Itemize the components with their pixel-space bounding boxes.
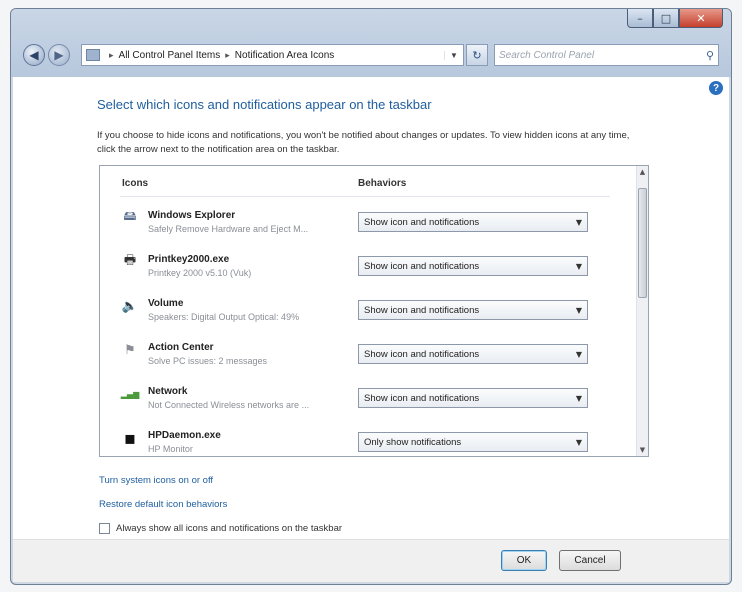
column-header-icons: Icons [122, 178, 149, 189]
behavior-select[interactable]: Show icon and notifications ▼ [358, 256, 588, 276]
always-show-checkbox[interactable] [99, 523, 110, 534]
item-description: Solve PC issues: 2 messages [148, 356, 268, 366]
header-divider [120, 196, 610, 197]
item-name: Action Center [148, 342, 214, 353]
list-item: ▂▄▆ Network Not Connected Wireless netwo… [100, 384, 630, 428]
close-button[interactable]: ✕ [679, 9, 723, 28]
windows-explorer-icon: 🖴 [123, 209, 137, 224]
system-icons-link[interactable]: Turn system icons on or off [99, 475, 213, 486]
restore-defaults-link[interactable]: Restore default icon behaviors [99, 499, 227, 510]
chevron-down-icon: ▼ [575, 217, 583, 227]
item-description: HP Monitor [148, 444, 193, 454]
page-description: If you choose to hide icons and notifica… [97, 130, 630, 155]
breadcrumb-item-notification-area[interactable]: Notification Area Icons [235, 50, 335, 61]
behavior-value: Only show notifications [364, 436, 462, 448]
item-description: Safely Remove Hardware and Eject M... [148, 224, 309, 234]
item-name: Network [148, 386, 188, 397]
behavior-select[interactable]: Only show notifications ▼ [358, 432, 588, 452]
navigation-bar: ◀ ▶ ▸ All Control Panel Items ▸ Notifica… [23, 43, 719, 67]
refresh-button[interactable]: ↻ [466, 44, 488, 66]
dialog-footer: OK Cancel [13, 539, 729, 582]
control-panel-icon [86, 49, 100, 61]
forward-button[interactable]: ▶ [48, 44, 70, 66]
checkbox-label[interactable]: Always show all icons and notifications … [116, 523, 342, 534]
search-input[interactable]: Search Control Panel ⚲ [494, 44, 719, 66]
address-bar[interactable]: ▸ All Control Panel Items ▸ Notification… [81, 44, 464, 66]
item-name: Volume [148, 298, 184, 309]
volume-icon: 🔈 [121, 298, 139, 314]
item-name: Windows Explorer [148, 210, 236, 221]
scroll-up-icon[interactable]: ▲ [637, 166, 648, 178]
control-panel-window: – □ ✕ ◀ ▶ ▸ All Control Panel Items ▸ No… [10, 8, 732, 585]
chevron-down-icon: ▼ [575, 261, 583, 271]
item-description: Speakers: Digital Output Optical: 49% [148, 312, 300, 322]
icons-list: Icons Behaviors 🖴 Windows Explorer Safel… [99, 165, 649, 457]
breadcrumb-item-all-control-panel[interactable]: All Control Panel Items [119, 50, 221, 61]
behavior-select[interactable]: Show icon and notifications ▼ [358, 300, 588, 320]
network-icon: ▂▄▆ [120, 389, 140, 399]
chevron-down-icon: ▼ [575, 349, 583, 359]
chevron-right-icon: ▸ [225, 49, 230, 60]
always-show-checkbox-row[interactable]: Always show all icons and notifications … [99, 523, 342, 534]
item-name: Printkey2000.exe [148, 254, 230, 265]
behavior-select[interactable]: Show icon and notifications ▼ [358, 344, 588, 364]
scroll-thumb[interactable] [638, 188, 647, 298]
behavior-value: Show icon and notifications [364, 260, 480, 272]
content-area: ? Select which icons and notifications a… [13, 77, 729, 582]
action-center-icon: ⚑ [124, 342, 136, 358]
minimize-button[interactable]: – [627, 9, 653, 28]
behavior-select[interactable]: Show icon and notifications ▼ [358, 388, 588, 408]
window-frame: – □ ✕ ◀ ▶ ▸ All Control Panel Items ▸ No… [11, 9, 731, 77]
page-title: Select which icons and notifications app… [97, 97, 432, 112]
ok-button[interactable]: OK [501, 550, 547, 571]
behavior-select[interactable]: Show icon and notifications ▼ [358, 212, 588, 232]
column-header-behaviors: Behaviors [358, 178, 407, 189]
chevron-right-icon: ▸ [109, 49, 114, 60]
list-item: ⚑ Action Center Solve PC issues: 2 messa… [100, 340, 630, 384]
maximize-button[interactable]: □ [653, 9, 679, 28]
cancel-button[interactable]: Cancel [559, 550, 621, 571]
help-icon[interactable]: ? [709, 81, 723, 95]
behavior-value: Show icon and notifications [364, 216, 480, 228]
address-dropdown-icon[interactable]: ▼ [444, 50, 463, 60]
printkey-icon: 🖶 [123, 253, 137, 268]
search-placeholder: Search Control Panel [499, 49, 595, 61]
item-description: Not Connected Wireless networks are ... [148, 400, 310, 410]
chevron-down-icon: ▼ [575, 393, 583, 403]
hp-monitor-icon: ▪ [123, 427, 137, 449]
chevron-down-icon: ▼ [575, 437, 583, 447]
behavior-value: Show icon and notifications [364, 348, 480, 360]
list-item: 🔈 Volume Speakers: Digital Output Optica… [100, 296, 630, 340]
item-name: HPDaemon.exe [148, 430, 221, 441]
scroll-down-icon[interactable]: ▼ [637, 444, 648, 456]
behavior-value: Show icon and notifications [364, 304, 480, 316]
item-description: Printkey 2000 v5.10 (Vuk) [148, 268, 252, 278]
vertical-scrollbar[interactable]: ▲ ▼ [636, 166, 648, 456]
list-item: 🖴 Windows Explorer Safely Remove Hardwar… [100, 208, 630, 252]
behavior-value: Show icon and notifications [364, 392, 480, 404]
back-button[interactable]: ◀ [23, 44, 45, 66]
chevron-down-icon: ▼ [575, 305, 583, 315]
list-item: ▪ HPDaemon.exe HP Monitor Only show noti… [100, 427, 630, 456]
list-item: 🖶 Printkey2000.exe Printkey 2000 v5.10 (… [100, 252, 630, 296]
search-icon[interactable]: ⚲ [706, 49, 714, 62]
caption-buttons: – □ ✕ [627, 9, 723, 28]
